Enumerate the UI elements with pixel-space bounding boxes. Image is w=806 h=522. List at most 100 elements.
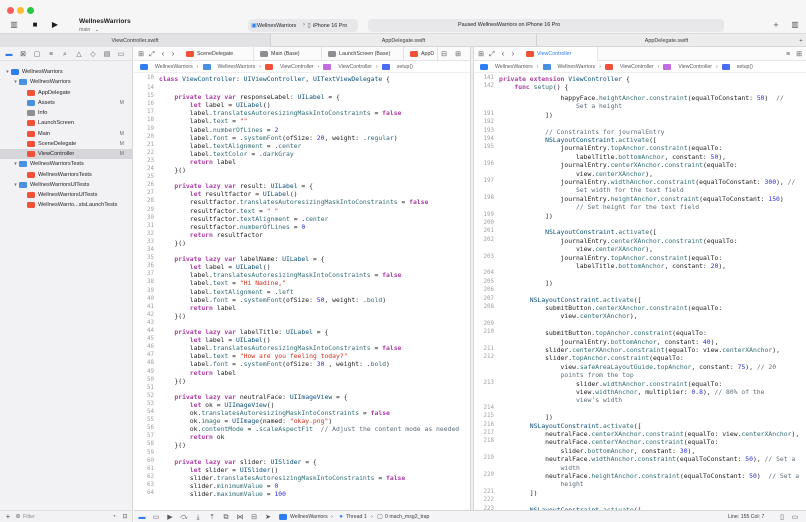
stop-icon[interactable]: ■ bbox=[30, 20, 40, 30]
line-number[interactable]: 208 bbox=[474, 304, 494, 310]
line-number[interactable]: 59 bbox=[134, 450, 154, 456]
step-over-icon[interactable]: ⤼ bbox=[180, 513, 188, 521]
editor-tab-main[interactable]: Main (Base) bbox=[254, 47, 322, 61]
environment-icon[interactable]: ⊟ bbox=[250, 513, 258, 521]
tree-item[interactable]: WellnesWarriorsTests bbox=[0, 170, 133, 180]
hide-debug-area-icon[interactable]: ▬ bbox=[138, 513, 146, 521]
line-number[interactable]: 17 bbox=[134, 109, 154, 115]
line-number[interactable]: 40 bbox=[134, 296, 154, 302]
disclosure-icon[interactable]: ▾ bbox=[4, 69, 11, 75]
line-number[interactable]: 36 bbox=[134, 263, 154, 269]
tree-item[interactable]: WellnesWarriorsUITests bbox=[0, 190, 133, 200]
line-number[interactable]: 37 bbox=[134, 271, 154, 277]
step-into-icon[interactable]: ⤓ bbox=[194, 513, 202, 521]
line-number[interactable]: 28 bbox=[134, 198, 154, 204]
editor-tab-appdelegate[interactable]: AppD bbox=[404, 47, 438, 61]
line-number[interactable]: 202 bbox=[474, 237, 494, 243]
line-number[interactable]: 220 bbox=[474, 472, 494, 478]
console-icon[interactable]: ▭ bbox=[791, 513, 799, 521]
run-icon[interactable]: ▶ bbox=[50, 20, 60, 30]
line-number[interactable]: 205 bbox=[474, 279, 494, 285]
tree-item[interactable]: ViewController M bbox=[0, 149, 133, 159]
line-number[interactable]: 207 bbox=[474, 296, 494, 302]
line-number[interactable]: 10 bbox=[134, 75, 154, 81]
filter-input[interactable]: Filter bbox=[23, 514, 35, 520]
line-number[interactable]: 193 bbox=[474, 128, 494, 134]
jump-method[interactable]: setup() bbox=[397, 64, 413, 70]
continue-icon[interactable]: ▶ bbox=[166, 513, 174, 521]
view-debugger-icon[interactable]: ⧉ bbox=[222, 513, 230, 521]
tree-item[interactable]: Assets M bbox=[0, 98, 133, 108]
line-number[interactable]: 32 bbox=[134, 231, 154, 237]
tree-item[interactable]: ▾ WellnesWarriorsUITests bbox=[0, 180, 133, 190]
jump-class[interactable]: ViewController bbox=[338, 64, 372, 70]
expand-icon[interactable]: ⤢ bbox=[148, 50, 156, 58]
jump-project[interactable]: WellnesWarriors bbox=[155, 64, 193, 70]
tree-item[interactable]: ▾ WellnesWarriorsTests bbox=[0, 159, 133, 169]
line-number[interactable]: 222 bbox=[474, 497, 494, 503]
tab-appdelegate[interactable]: AppDelegate.swift bbox=[270, 34, 536, 47]
editor-tab-scenedelegate[interactable]: SceneDelegate bbox=[180, 47, 254, 61]
tab-overflow-icon[interactable]: ⊟ bbox=[440, 50, 448, 58]
line-number[interactable]: 15 bbox=[134, 93, 154, 99]
line-number[interactable]: 49 bbox=[134, 369, 154, 375]
line-number[interactable]: 58 bbox=[134, 441, 154, 447]
line-number[interactable]: 197 bbox=[474, 178, 494, 184]
line-number[interactable]: 43 bbox=[134, 320, 154, 326]
editor-tab-launchscreen[interactable]: LaunchScreen (Base) bbox=[322, 47, 404, 61]
tree-item[interactable]: Info bbox=[0, 108, 133, 118]
window-zoom-button[interactable] bbox=[27, 7, 34, 14]
line-number[interactable]: 218 bbox=[474, 438, 494, 444]
search-icon[interactable]: ⌕ bbox=[61, 50, 69, 58]
adjust-editor-icon[interactable]: ≡ bbox=[784, 50, 792, 58]
destination-name[interactable]: iPhone 16 Pro bbox=[313, 19, 347, 32]
line-number[interactable]: 29 bbox=[134, 207, 154, 213]
line-number[interactable]: 14 bbox=[134, 85, 154, 91]
line-number[interactable]: 30 bbox=[134, 215, 154, 221]
split-editor-icon[interactable]: ⊞ bbox=[795, 50, 803, 58]
recent-files-icon[interactable]: ◔ bbox=[110, 513, 118, 521]
line-number[interactable]: 41 bbox=[134, 304, 154, 310]
back-icon[interactable]: ‹ bbox=[160, 50, 166, 58]
window-close-button[interactable] bbox=[7, 7, 14, 14]
line-number[interactable]: 19 bbox=[134, 126, 154, 132]
disclosure-icon[interactable]: ▾ bbox=[12, 79, 19, 85]
line-number[interactable]: 62 bbox=[134, 474, 154, 480]
minimap-icon[interactable]: ▯ bbox=[778, 513, 786, 521]
editor-tab-viewcontroller[interactable]: ViewController bbox=[520, 47, 598, 61]
add-file-icon[interactable]: + bbox=[4, 513, 12, 521]
line-number[interactable]: 203 bbox=[474, 254, 494, 260]
line-number[interactable]: 50 bbox=[134, 377, 154, 383]
line-number[interactable]: 63 bbox=[134, 482, 154, 488]
tree-item[interactable]: AppDelegate bbox=[0, 88, 133, 98]
line-number[interactable]: 204 bbox=[474, 270, 494, 276]
line-number[interactable]: 35 bbox=[134, 255, 154, 261]
line-number[interactable]: 44 bbox=[134, 328, 154, 334]
branch-chevron-icon[interactable]: ⌄ bbox=[94, 27, 100, 33]
disclosure-icon[interactable]: ▾ bbox=[12, 182, 19, 188]
line-number[interactable]: 54 bbox=[134, 409, 154, 415]
line-number[interactable]: 45 bbox=[134, 336, 154, 342]
line-number[interactable]: 48 bbox=[134, 360, 154, 366]
issue-icon[interactable]: △ bbox=[75, 50, 83, 58]
breakpoints-toggle-icon[interactable]: ▭ bbox=[152, 513, 160, 521]
line-number[interactable]: 142 bbox=[474, 83, 494, 89]
forward-icon[interactable]: › bbox=[510, 50, 516, 58]
tree-item[interactable]: ▾ WellnesWarriors bbox=[0, 77, 133, 87]
breakpoint-icon[interactable]: ▭ bbox=[117, 50, 125, 58]
line-number[interactable]: 53 bbox=[134, 401, 154, 407]
line-number[interactable]: 191 bbox=[474, 111, 494, 117]
add-tab-icon[interactable]: + bbox=[796, 34, 806, 47]
debug-target[interactable]: WellnesWarriors bbox=[290, 514, 328, 520]
navigator-toggle-icon[interactable]: ▥ bbox=[9, 20, 19, 30]
line-number[interactable]: 25 bbox=[134, 174, 154, 180]
line-number[interactable]: 64 bbox=[134, 490, 154, 496]
tree-item[interactable]: Main M bbox=[0, 129, 133, 139]
debug-frame[interactable]: 0 mach_msg2_trap bbox=[385, 514, 429, 520]
line-number[interactable]: 195 bbox=[474, 144, 494, 150]
line-number[interactable]: 198 bbox=[474, 195, 494, 201]
line-number[interactable]: 16 bbox=[134, 101, 154, 107]
line-number[interactable]: 209 bbox=[474, 321, 494, 327]
line-number[interactable]: 39 bbox=[134, 288, 154, 294]
line-number[interactable]: 215 bbox=[474, 413, 494, 419]
